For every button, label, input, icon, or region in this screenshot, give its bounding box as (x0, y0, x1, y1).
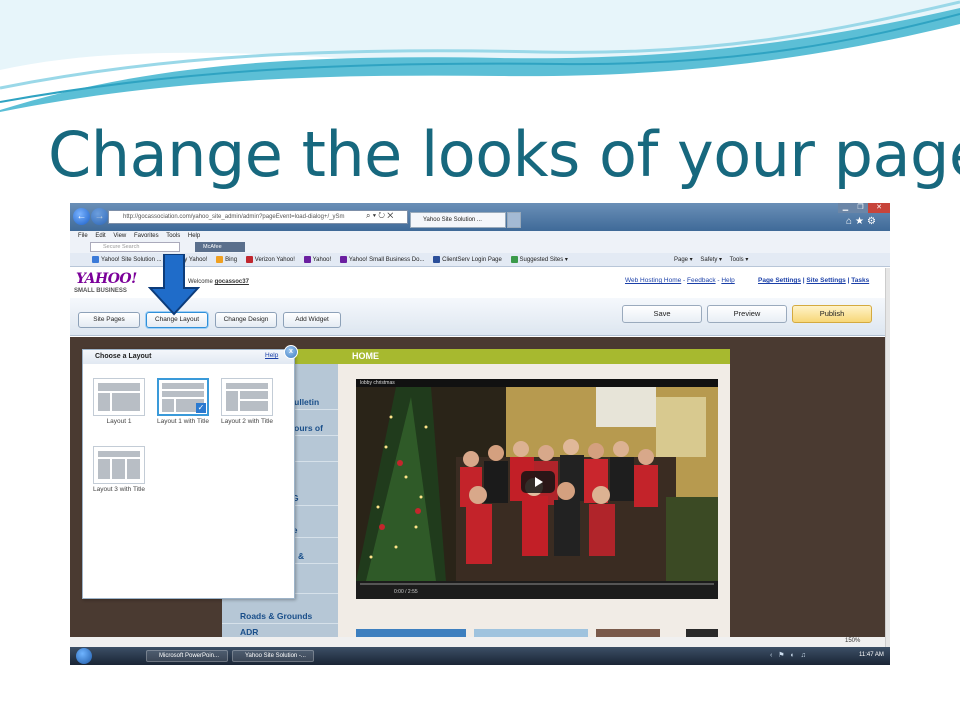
layout-option-3-with-title[interactable]: Layout 3 with Title (91, 446, 147, 506)
system-tray-icons[interactable]: ‹ ⚑ ◐ ♫ (770, 651, 808, 659)
video-controls: 0:00 / 2:55 (356, 581, 718, 599)
video-progress-bar[interactable] (360, 583, 714, 585)
window-controls: ▁ ❐ ✕ (838, 203, 890, 213)
command-bar: Page ▾ Safety ▾ Tools ▾ (674, 256, 754, 263)
menu-help[interactable]: Help (188, 233, 200, 239)
close-icon[interactable]: x (284, 345, 298, 359)
page-heading: HOME (222, 349, 730, 364)
site-settings-links: Page Settings | Site Settings | Tasks (758, 277, 870, 284)
favicon-icon (216, 255, 224, 263)
cmd-tools[interactable]: Tools ▾ (730, 257, 749, 263)
web-hosting-home-link[interactable]: Web Hosting Home (625, 277, 681, 284)
menu-view[interactable]: View (113, 233, 126, 239)
home-favorites-gear-icons[interactable]: ⌂★⚙ (846, 216, 879, 227)
favicon-icon (303, 255, 311, 263)
menu-edit[interactable]: Edit (95, 233, 105, 239)
close-window-icon[interactable]: ✕ (868, 203, 890, 213)
page-settings-link[interactable]: Page Settings (758, 277, 801, 284)
add-widget-button[interactable]: Add Widget (283, 312, 341, 328)
nav-item-roads-grounds[interactable]: Roads & Grounds (222, 608, 338, 624)
page-preview: HOME Bulletin Hours of G ee & Roads & Gr… (222, 349, 730, 641)
address-bar[interactable]: http://gocassociation.com/yahoo_site_adm… (108, 210, 408, 224)
zoom-level[interactable]: 150% (845, 638, 860, 644)
layout-1-thumbnail (93, 378, 145, 416)
menu-bar: File Edit View Favorites Tools Help (70, 231, 890, 241)
menu-file[interactable]: File (78, 233, 88, 239)
favorite-bing[interactable]: Bing (216, 255, 237, 263)
secure-search-input[interactable]: Secure Search (90, 242, 180, 252)
forward-button[interactable]: → (91, 208, 108, 225)
favorite-clientserv[interactable]: ClientServ Login Page (433, 255, 502, 263)
help-link[interactable]: Help (721, 277, 734, 284)
feedback-link[interactable]: Feedback (687, 277, 716, 284)
back-button[interactable]: ← (73, 208, 90, 225)
save-button[interactable]: Save (622, 305, 702, 323)
layout-option-label: Layout 2 with Title (220, 418, 274, 425)
favorite-suggested-sites[interactable]: Suggested Sites ▾ (510, 255, 568, 263)
cmd-page[interactable]: Page ▾ (674, 257, 693, 263)
slide-title: Change the looks of your page (48, 118, 960, 191)
favicon-icon (92, 255, 99, 263)
windows-taskbar: Microsoft PowerPoin... Yahoo Site Soluti… (70, 647, 890, 665)
layout-option-label: Layout 3 with Title (92, 486, 146, 493)
search-toolbar: Secure Search McAfee (70, 241, 890, 253)
layout-1-title-thumbnail: ✓ (157, 378, 209, 416)
refresh-stop-icons[interactable]: ⌕ ▾ ↻ ✕ (366, 211, 393, 221)
site-settings-link[interactable]: Site Settings (806, 277, 845, 284)
site-pages-button[interactable]: Site Pages (78, 312, 140, 328)
favorite-yahoo-small-business[interactable]: Yahoo! Small Business Do... (339, 255, 424, 263)
layout-2-title-thumbnail (221, 378, 273, 416)
menu-tools[interactable]: Tools (166, 233, 180, 239)
slide: Change the looks of your page ← → http:/… (0, 0, 960, 720)
tab-yahoo-site-solution[interactable]: Yahoo Site Solution ... (410, 212, 506, 228)
check-icon: ✓ (196, 403, 206, 413)
start-button[interactable] (76, 648, 92, 664)
favicon-icon (433, 255, 441, 263)
video-time: 0:00 / 2:55 (394, 589, 418, 595)
status-bar: 150% (70, 637, 885, 647)
favicon-icon (339, 255, 347, 263)
layout-option-2-with-title[interactable]: Layout 2 with Title (219, 378, 275, 438)
favicon-icon (510, 255, 518, 263)
video-title: lobby christmas (360, 380, 395, 386)
favorite-verizon-yahoo[interactable]: Verizon Yahoo! (245, 255, 295, 263)
layout-option-1-with-title[interactable]: ✓ Layout 1 with Title (155, 378, 211, 438)
header-links: Web Hosting Home - Feedback - Help (625, 277, 735, 284)
layout-option-1[interactable]: Layout 1 (91, 378, 147, 438)
dialog-title: Choose a Layout (83, 350, 294, 364)
yahoo-logo-subtitle: SMALL BUSINESS (74, 288, 127, 294)
dialog-help-link[interactable]: Help (265, 352, 278, 359)
change-design-button[interactable]: Change Design (215, 312, 277, 328)
browser-titlebar: ← → http://gocassociation.com/yahoo_site… (70, 203, 890, 231)
favorite-yahoo[interactable]: Yahoo! (303, 255, 331, 263)
cmd-safety[interactable]: Safety ▾ (700, 257, 722, 263)
video-player[interactable]: lobby christmas 0:00 / 2:55 (356, 379, 718, 599)
down-arrow-callout (148, 254, 200, 316)
favicon-icon (245, 255, 253, 263)
minimize-icon[interactable]: ▁ (838, 203, 853, 213)
layout-3-title-thumbnail (93, 446, 145, 484)
layout-option-label: Layout 1 with Title (156, 418, 210, 425)
play-icon[interactable] (521, 471, 555, 493)
taskbar-item-powerpoint[interactable]: Microsoft PowerPoin... (146, 650, 228, 662)
taskbar-clock: 11:47 AM (859, 652, 884, 658)
choose-layout-dialog: Choose a Layout Help x Layout 1 ✓ Layout… (82, 345, 298, 599)
preview-button[interactable]: Preview (707, 305, 787, 323)
yahoo-logo: YAHOO! (76, 271, 137, 287)
tasks-link[interactable]: Tasks (851, 277, 869, 284)
new-tab-button[interactable] (507, 212, 521, 228)
header-swoosh-decoration (0, 0, 960, 112)
publish-button[interactable]: Publish (792, 305, 872, 323)
restore-icon[interactable]: ❐ (853, 203, 868, 213)
layout-option-label: Layout 1 (106, 418, 132, 425)
username-link[interactable]: gocassoc37 (215, 279, 249, 285)
menu-favorites[interactable]: Favorites (134, 233, 159, 239)
taskbar-item-yahoo-site-solution[interactable]: Yahoo Site Solution -... (232, 650, 314, 662)
mcafee-button[interactable]: McAfee (195, 242, 245, 252)
vertical-scrollbar[interactable] (885, 268, 890, 647)
